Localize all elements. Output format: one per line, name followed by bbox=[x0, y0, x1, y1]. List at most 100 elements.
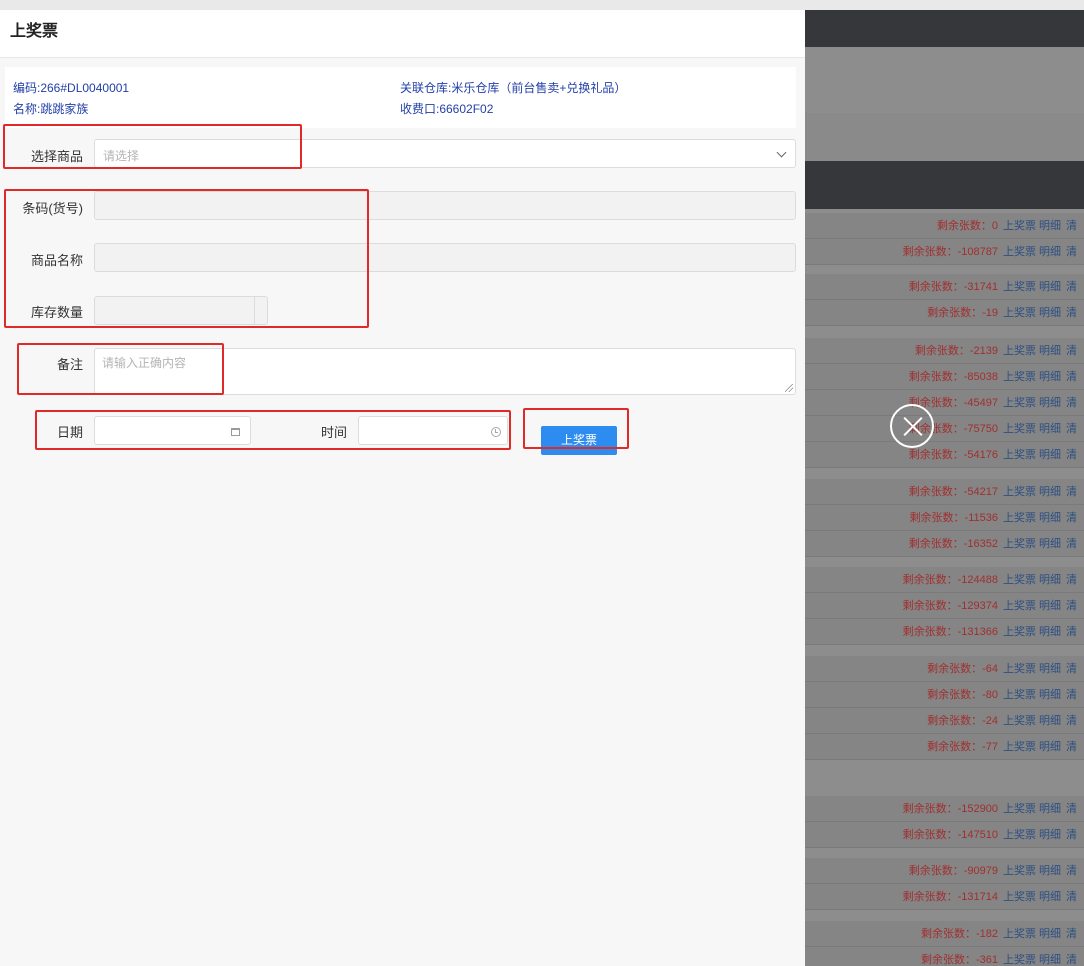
background-list-row: 剩余张数：-129374 上奖票 明细清 bbox=[805, 593, 1084, 619]
upload-ticket-link[interactable]: 上奖票 bbox=[1003, 338, 1036, 364]
time-picker[interactable] bbox=[358, 416, 508, 445]
detail-link[interactable]: 明细 bbox=[1039, 708, 1061, 734]
clear-link[interactable]: 清 bbox=[1066, 567, 1077, 593]
background-list-row: 剩余张数：-31741 上奖票 明细清 bbox=[805, 274, 1084, 300]
product-name-field[interactable] bbox=[94, 243, 796, 272]
clear-link[interactable]: 清 bbox=[1066, 822, 1077, 848]
detail-link[interactable]: 明细 bbox=[1039, 338, 1061, 364]
clear-link[interactable]: 清 bbox=[1066, 213, 1077, 239]
background-list-row: 剩余张数：-361 上奖票 明细清 bbox=[805, 947, 1084, 966]
upload-ticket-link[interactable]: 上奖票 bbox=[1003, 531, 1036, 557]
upload-ticket-link[interactable]: 上奖票 bbox=[1003, 858, 1036, 884]
detail-link[interactable]: 明细 bbox=[1039, 416, 1061, 442]
date-picker[interactable] bbox=[94, 416, 251, 445]
detail-link[interactable]: 明细 bbox=[1039, 619, 1061, 645]
detail-link[interactable]: 明细 bbox=[1039, 567, 1061, 593]
upload-ticket-link[interactable]: 上奖票 bbox=[1003, 416, 1036, 442]
upload-ticket-link[interactable]: 上奖票 bbox=[1003, 947, 1036, 966]
upload-ticket-link[interactable]: 上奖票 bbox=[1003, 442, 1036, 468]
detail-link[interactable]: 明细 bbox=[1039, 656, 1061, 682]
detail-link[interactable]: 明细 bbox=[1039, 734, 1061, 760]
remaining-count: 剩余张数：-11536 bbox=[909, 512, 998, 524]
close-drawer-icon[interactable] bbox=[890, 404, 934, 448]
detail-link[interactable]: 明细 bbox=[1039, 531, 1061, 557]
clear-link[interactable]: 清 bbox=[1066, 479, 1077, 505]
detail-link[interactable]: 明细 bbox=[1039, 884, 1061, 910]
background-list-row: 剩余张数：-124488 上奖票 明细清 bbox=[805, 567, 1084, 593]
clear-link[interactable]: 清 bbox=[1066, 442, 1077, 468]
clear-link[interactable]: 清 bbox=[1066, 505, 1077, 531]
detail-link[interactable]: 明细 bbox=[1039, 213, 1061, 239]
detail-link[interactable]: 明细 bbox=[1039, 796, 1061, 822]
clear-link[interactable]: 清 bbox=[1066, 656, 1077, 682]
linked-warehouse: 关联仓库:米乐仓库（前台售卖+兑换礼品） bbox=[400, 81, 627, 95]
machine-name: 名称:跳跳家族 bbox=[13, 102, 89, 116]
upload-ticket-link[interactable]: 上奖票 bbox=[1003, 708, 1036, 734]
clear-link[interactable]: 清 bbox=[1066, 619, 1077, 645]
detail-link[interactable]: 明细 bbox=[1039, 682, 1061, 708]
clear-link[interactable]: 清 bbox=[1066, 593, 1077, 619]
clear-link[interactable]: 清 bbox=[1066, 858, 1077, 884]
select-product-dropdown[interactable]: 请选择 bbox=[94, 139, 796, 168]
upload-ticket-link[interactable]: 上奖票 bbox=[1003, 734, 1036, 760]
detail-link[interactable]: 明细 bbox=[1039, 858, 1061, 884]
clear-link[interactable]: 清 bbox=[1066, 274, 1077, 300]
clear-link[interactable]: 清 bbox=[1066, 300, 1077, 326]
background-list-row: 剩余张数：-54176 上奖票 明细清 bbox=[805, 442, 1084, 468]
remaining-count: 剩余张数：-131714 bbox=[902, 891, 998, 903]
barcode-field[interactable] bbox=[94, 191, 796, 220]
clear-link[interactable]: 清 bbox=[1066, 884, 1077, 910]
submit-ticket-button[interactable]: 上奖票 bbox=[541, 426, 617, 455]
clear-link[interactable]: 清 bbox=[1066, 531, 1077, 557]
upload-ticket-link[interactable]: 上奖票 bbox=[1003, 656, 1036, 682]
clear-link[interactable]: 清 bbox=[1066, 390, 1077, 416]
remaining-count: 剩余张数：-108787 bbox=[902, 246, 998, 258]
upload-ticket-link[interactable]: 上奖票 bbox=[1003, 213, 1036, 239]
detail-link[interactable]: 明细 bbox=[1039, 364, 1061, 390]
upload-ticket-link[interactable]: 上奖票 bbox=[1003, 796, 1036, 822]
clear-link[interactable]: 清 bbox=[1066, 947, 1077, 966]
upload-ticket-link[interactable]: 上奖票 bbox=[1003, 505, 1036, 531]
detail-link[interactable]: 明细 bbox=[1039, 593, 1061, 619]
upload-ticket-link[interactable]: 上奖票 bbox=[1003, 593, 1036, 619]
detail-link[interactable]: 明细 bbox=[1039, 947, 1061, 966]
upload-ticket-link[interactable]: 上奖票 bbox=[1003, 364, 1036, 390]
clear-link[interactable]: 清 bbox=[1066, 682, 1077, 708]
remaining-count: 剩余张数：-90979 bbox=[908, 865, 998, 877]
clear-link[interactable]: 清 bbox=[1066, 734, 1077, 760]
detail-link[interactable]: 明细 bbox=[1039, 274, 1061, 300]
upload-ticket-link[interactable]: 上奖票 bbox=[1003, 300, 1036, 326]
upload-ticket-link[interactable]: 上奖票 bbox=[1003, 884, 1036, 910]
upload-ticket-link[interactable]: 上奖票 bbox=[1003, 274, 1036, 300]
upload-ticket-link[interactable]: 上奖票 bbox=[1003, 682, 1036, 708]
stock-qty-field[interactable] bbox=[94, 296, 268, 325]
resize-handle-icon[interactable] bbox=[785, 384, 793, 392]
remaining-count: 剩余张数：-19 bbox=[927, 307, 998, 319]
detail-link[interactable]: 明细 bbox=[1039, 390, 1061, 416]
clear-link[interactable]: 清 bbox=[1066, 338, 1077, 364]
upload-ticket-link[interactable]: 上奖票 bbox=[1003, 921, 1036, 947]
detail-link[interactable]: 明细 bbox=[1039, 239, 1061, 265]
detail-link[interactable]: 明细 bbox=[1039, 921, 1061, 947]
detail-link[interactable]: 明细 bbox=[1039, 822, 1061, 848]
clear-link[interactable]: 清 bbox=[1066, 708, 1077, 734]
clear-link[interactable]: 清 bbox=[1066, 796, 1077, 822]
clear-link[interactable]: 清 bbox=[1066, 239, 1077, 265]
clear-link[interactable]: 清 bbox=[1066, 921, 1077, 947]
detail-link[interactable]: 明细 bbox=[1039, 442, 1061, 468]
upload-ticket-link[interactable]: 上奖票 bbox=[1003, 479, 1036, 505]
upload-ticket-link[interactable]: 上奖票 bbox=[1003, 567, 1036, 593]
upload-ticket-link[interactable]: 上奖票 bbox=[1003, 390, 1036, 416]
clear-link[interactable]: 清 bbox=[1066, 416, 1077, 442]
detail-link[interactable]: 明细 bbox=[1039, 505, 1061, 531]
detail-link[interactable]: 明细 bbox=[1039, 479, 1061, 505]
upload-ticket-link[interactable]: 上奖票 bbox=[1003, 619, 1036, 645]
remark-textarea[interactable]: 请输入正确内容 bbox=[94, 348, 796, 395]
calendar-icon bbox=[231, 428, 240, 436]
detail-link[interactable]: 明细 bbox=[1039, 300, 1061, 326]
background-list-row: 剩余张数：-147510 上奖票 明细清 bbox=[805, 822, 1084, 848]
upload-ticket-link[interactable]: 上奖票 bbox=[1003, 822, 1036, 848]
background-list-row: 剩余张数：-182 上奖票 明细清 bbox=[805, 921, 1084, 947]
upload-ticket-link[interactable]: 上奖票 bbox=[1003, 239, 1036, 265]
clear-link[interactable]: 清 bbox=[1066, 364, 1077, 390]
